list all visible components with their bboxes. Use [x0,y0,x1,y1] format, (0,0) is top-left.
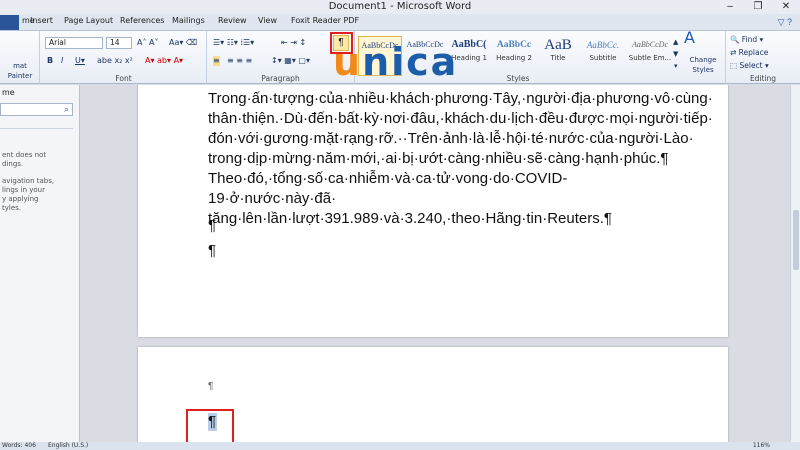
replace-button[interactable]: ⇄ Replace [730,48,768,58]
style-subtitle-name: Subtitle [589,54,617,62]
style-title-name: Title [550,54,566,62]
nav-pane-tabs[interactable] [0,119,73,129]
minimize-button[interactable]: – [716,0,744,14]
style-subtitle[interactable]: AaBbCc. Subtitle [580,36,626,62]
tab-page-layout[interactable]: Page Layout [64,16,113,25]
maximize-button[interactable]: ❐ [744,0,772,14]
help-icon[interactable]: ▽ ? [778,17,792,28]
vertical-scrollbar[interactable] [790,85,800,442]
nav-pane-message-1: ent does not dings. [2,151,47,168]
tab-insert[interactable]: Insert [30,16,53,25]
paragraph-mark[interactable]: ¶ [208,217,216,234]
find-label: Find [741,35,758,44]
font-size-select[interactable]: 14 [106,37,132,49]
style-subtle-emphasis-sample: AaBbCcDc [632,40,668,49]
unica-logo: unica [333,42,458,82]
italic-button[interactable]: I [61,56,63,66]
document-area: Trong·ấn·tượng·của·nhiều·khách·phương·Tâ… [81,85,790,442]
document-page-1: Trong·ấn·tượng·của·nhiều·khách·phương·Tâ… [138,85,728,337]
format-painter-button[interactable]: mat Painter [0,61,40,81]
bullets-icon[interactable]: ☰▾ ☷▾ ⁞☰▾ [213,38,254,48]
select-label: Select [739,61,763,70]
paragraph-2[interactable]: Theo·đó,·tổng·số·ca·nhiễm·và·ca·tử·vong·… [208,169,678,229]
zoom-level[interactable]: 116% [753,442,770,449]
ribbon-tabs: me Insert Page Layout References Mailing… [0,14,800,31]
tab-view[interactable]: View [258,16,277,25]
nav-search-input[interactable] [0,103,73,116]
style-subtle-emphasis[interactable]: AaBbCcDc Subtle Em... [628,36,672,62]
tab-file[interactable] [0,15,19,30]
status-bar: Words: 406 English (U.S.) 116% [0,442,800,450]
strikethrough-button[interactable]: abe x₂ x² [97,56,133,66]
style-title[interactable]: AaB Title [538,36,578,62]
bold-button[interactable]: B [47,56,53,66]
tab-mailings[interactable]: Mailings [172,16,205,25]
styles-scroll-icon[interactable]: ▲ ▼ ▾ [673,36,678,72]
close-button[interactable]: ✕ [772,0,800,14]
change-styles-icon[interactable]: A [684,30,695,46]
tab-references[interactable]: References [120,16,164,25]
indent-icon[interactable]: ⇤ ⇥ ↕ [281,38,306,48]
language-indicator[interactable]: English (U.S.) [48,442,88,449]
nav-pane-message-2: avigation tabs, lings in your y applying… [2,177,55,212]
style-heading-2-sample: AaBbCc [496,40,532,50]
style-subtitle-sample: AaBbCc. [586,40,620,50]
search-icon[interactable]: ⌕ [64,104,69,115]
editing-group: 🔍 Find ▾ ⇄ Replace ⬚ Select ▾ Editing [726,31,800,84]
font-name-select[interactable]: Arial [45,37,103,49]
font-color-icon[interactable]: A▾ ab▾ A▾ [145,56,183,66]
tab-review[interactable]: Review [218,16,247,25]
align-center-button[interactable]: ≡ ≡ ≡ [227,56,252,66]
word-count[interactable]: Words: 406 [2,442,36,449]
title-bar: Document1 - Microsoft Word – ❐ ✕ [0,0,800,14]
paragraph-mark[interactable]: ¶ [208,242,216,259]
scrollbar-thumb[interactable] [793,210,799,270]
paragraph-mark[interactable]: ¶ [208,381,213,392]
window-title: Document1 - Microsoft Word [328,1,472,12]
underline-button[interactable]: U▾ [75,56,85,66]
tab-foxit-reader-pdf[interactable]: Foxit Reader PDF [291,16,359,25]
unica-logo-u: u [333,40,363,84]
nav-pane-header: me [2,88,15,97]
paragraph-1[interactable]: Trong·ấn·tượng·của·nhiều·khách·phương·Tâ… [208,89,713,169]
line-spacing-icon[interactable]: ↕▾ ▦▾ ▢▾ [271,56,310,66]
style-heading-2-name: Heading 2 [496,54,532,62]
navigation-pane: me ⌕ ent does not dings. avigation tabs,… [0,85,80,442]
change-styles-button[interactable]: Change Styles [680,55,726,75]
paragraph-group-label: Paragraph [261,74,300,83]
editing-group-label: Editing [749,74,777,83]
select-button[interactable]: ⬚ Select ▾ [730,61,769,71]
align-left-button[interactable]: ≡ [213,56,220,66]
style-title-sample: AaB [544,37,572,53]
style-heading-2[interactable]: AaBbCc Heading 2 [492,36,536,62]
style-subtle-emphasis-name: Subtle Em... [628,54,672,62]
change-case-icon[interactable]: Aa▾ ⌫ [169,38,197,48]
clipboard-group: mat Painter [0,31,40,84]
highlight-box-page-break-mark [186,409,234,446]
font-group-label: Font [115,74,132,83]
change-styles-group: A Change Styles [680,30,726,84]
font-group: Arial 14 A˄ A˅ Aa▾ ⌫ B I U▾ abe x₂ x² A▾… [41,31,207,84]
grow-font-icon[interactable]: A˄ A˅ [137,38,159,48]
unica-logo-rest: nica [362,40,459,84]
find-button[interactable]: 🔍 Find ▾ [730,35,763,45]
replace-label: Replace [738,48,769,57]
